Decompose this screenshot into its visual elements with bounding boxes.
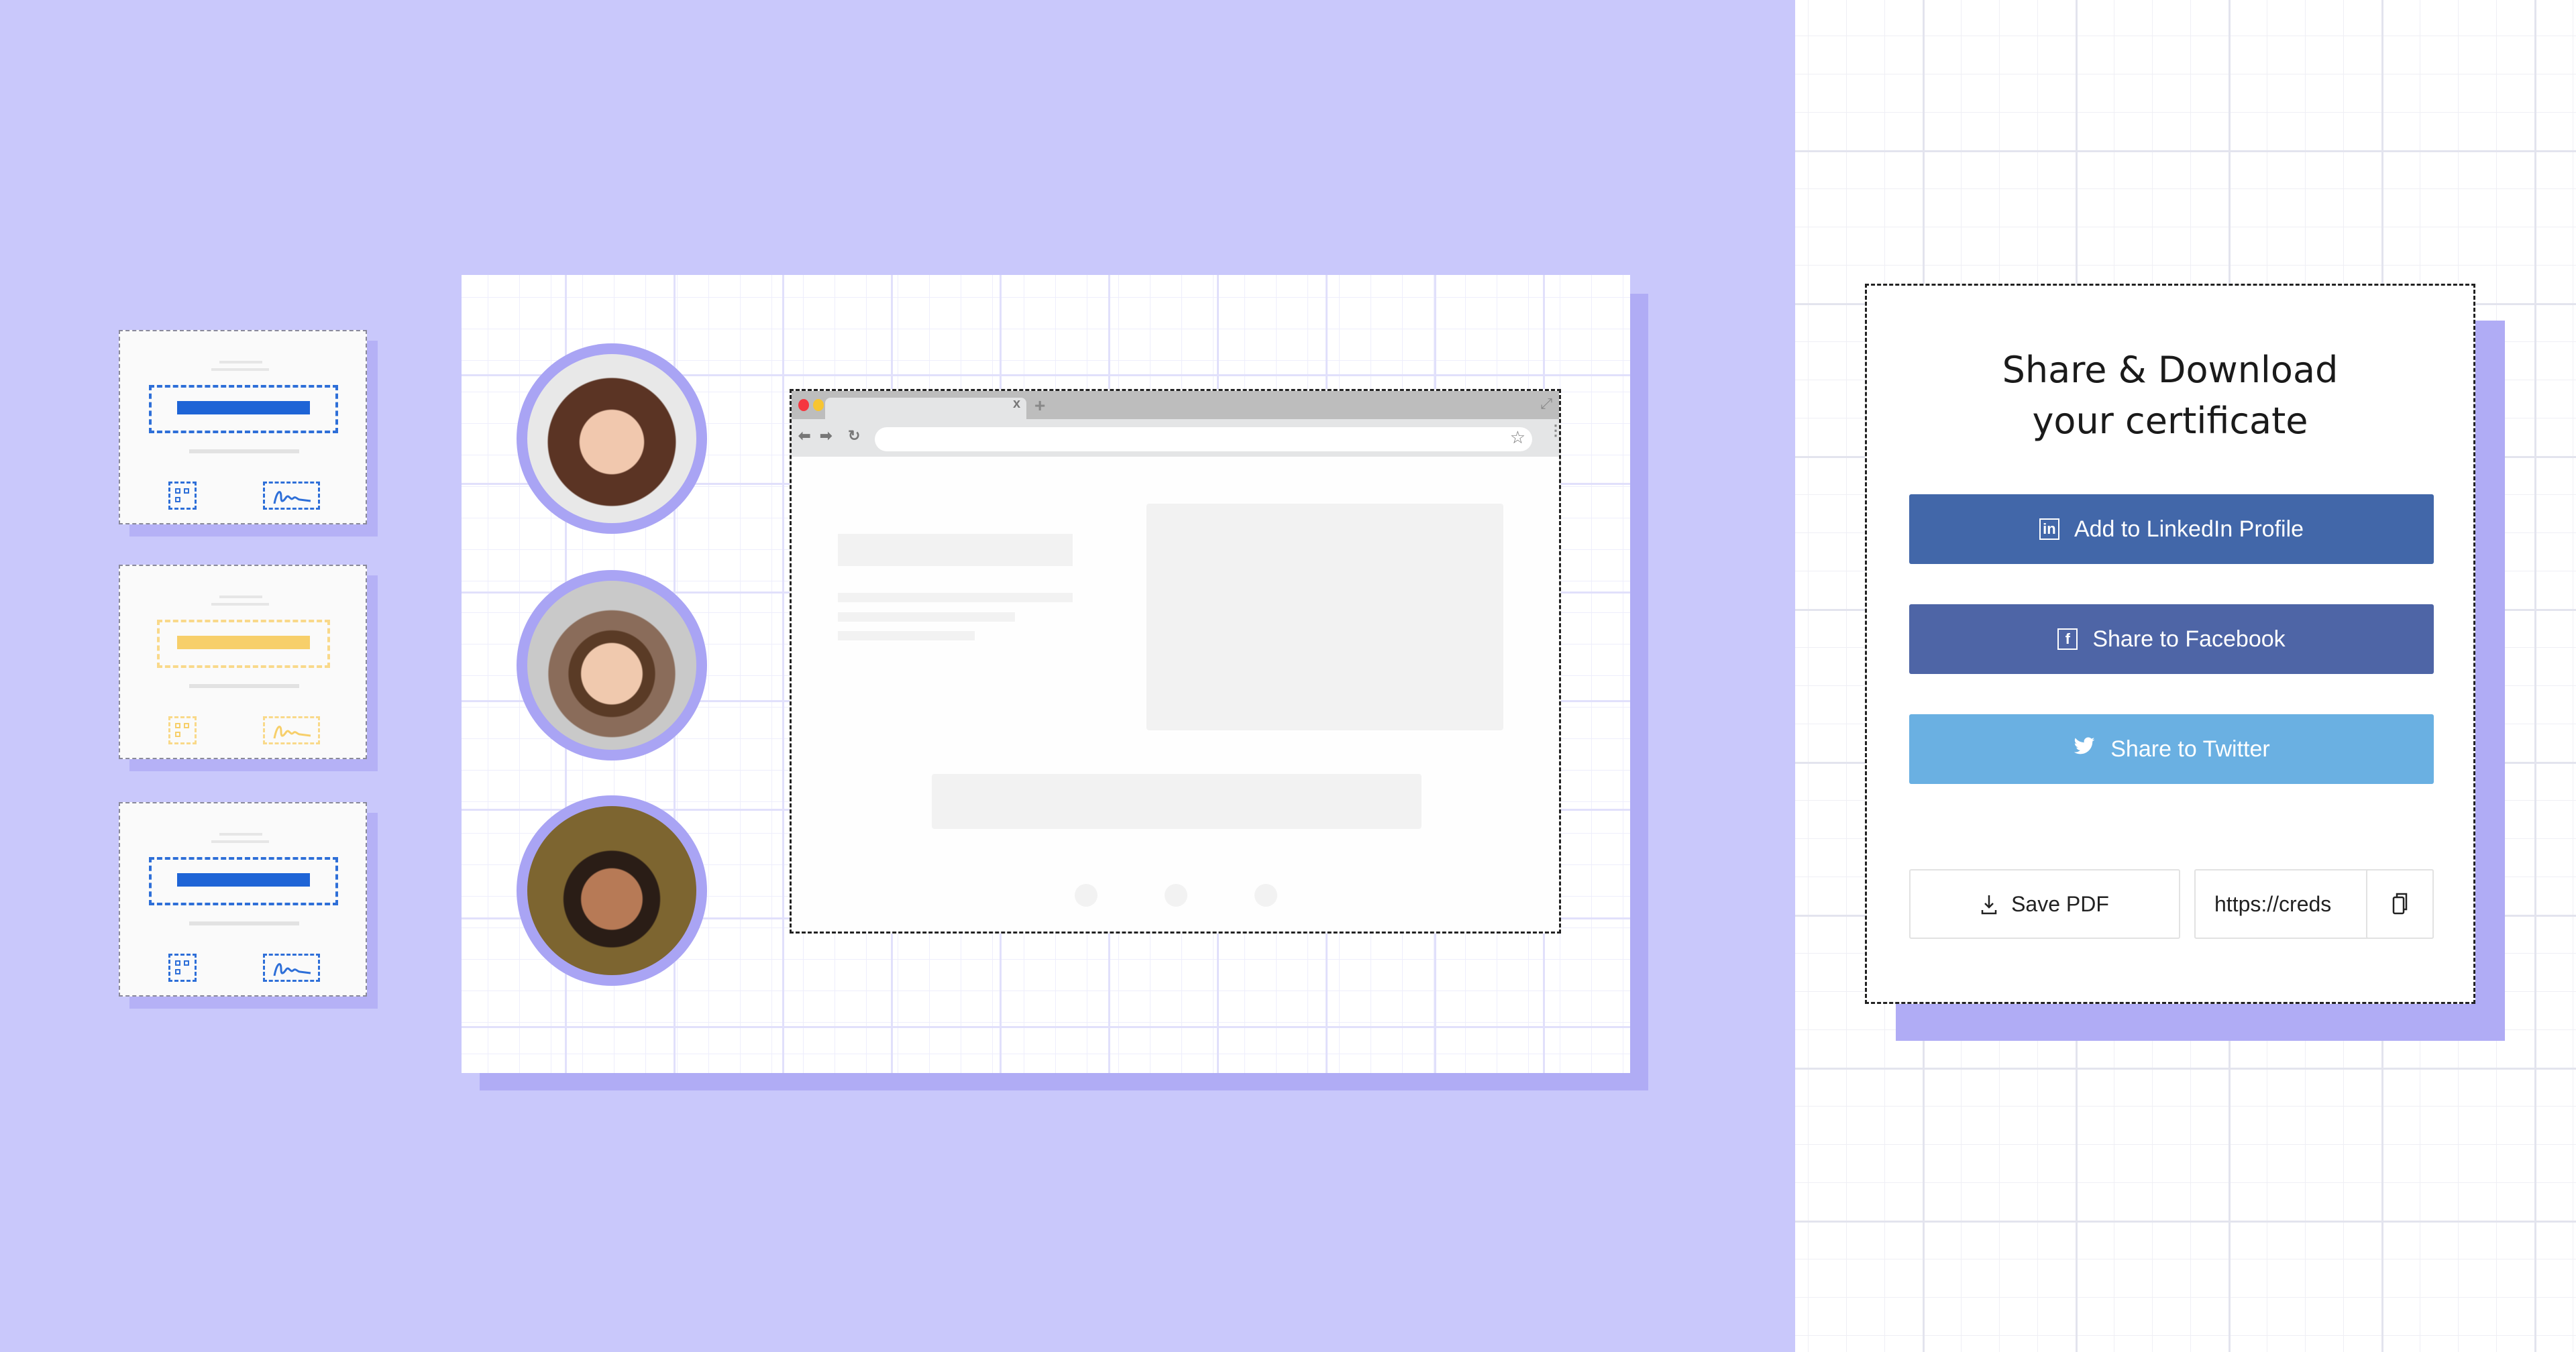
cert-line [189, 921, 299, 925]
cert-name-bar [177, 401, 310, 414]
twitter-icon [2073, 737, 2096, 761]
avatar-girl-brown-hair [517, 343, 707, 534]
save-pdf-label: Save PDF [2011, 891, 2109, 916]
signature-icon [263, 954, 320, 982]
address-bar[interactable] [875, 427, 1532, 451]
carousel-dot [1254, 884, 1277, 907]
download-icon [1981, 895, 1997, 915]
title-line-1: Share & Download [2002, 349, 2339, 391]
carousel-dot [1165, 884, 1187, 907]
add-to-linkedin-button[interactable]: in Add to LinkedIn Profile [1909, 494, 2434, 564]
save-pdf-button[interactable]: Save PDF [1909, 869, 2180, 939]
browser-toolbar: ⬅ ➡ ↻ ☆ ⋮ [792, 419, 1563, 457]
reload-icon[interactable]: ↻ [848, 427, 860, 445]
skeleton-image [1146, 504, 1503, 730]
qr-code-icon [168, 482, 197, 510]
avatar-photo [527, 354, 696, 523]
close-window-dot[interactable] [798, 399, 809, 411]
bookmark-star-icon[interactable]: ☆ [1510, 427, 1525, 448]
avatar-boy-headband [517, 570, 707, 760]
cert-line [211, 368, 269, 371]
facebook-icon: f [2057, 628, 2078, 650]
linkedin-icon: in [2039, 518, 2059, 540]
cert-name-bar [177, 873, 310, 887]
cert-line [211, 840, 269, 843]
certificate-thumbnail-blue-2[interactable] [119, 802, 367, 997]
cert-line [219, 596, 262, 598]
certificate-thumbnail-blue[interactable] [119, 330, 367, 524]
certificate-url-value: https://creds [2214, 891, 2332, 916]
title-line-2: your certificate [2032, 400, 2308, 442]
skeleton-line [838, 612, 1015, 622]
browser-mockup: x + ⤢ ⬅ ➡ ↻ ☆ ⋮ [790, 389, 1563, 934]
skeleton-button [932, 774, 1421, 829]
avatar-photo [527, 806, 696, 975]
cert-line [189, 449, 299, 453]
forward-icon[interactable]: ➡ [820, 427, 832, 445]
signature-icon [263, 716, 320, 744]
cert-line [189, 684, 299, 688]
share-card-title: Share & Download your certificate [1867, 345, 2473, 447]
copy-url-button[interactable] [2366, 869, 2434, 939]
cert-name-bar [177, 636, 310, 649]
copy-icon [2392, 893, 2407, 915]
share-to-twitter-button[interactable]: Share to Twitter [1909, 714, 2434, 784]
facebook-button-label: Share to Facebook [2092, 626, 2286, 652]
qr-code-icon [168, 716, 197, 744]
signature-icon [263, 482, 320, 510]
menu-kebab-icon[interactable]: ⋮ [1548, 423, 1563, 438]
avatar-photo [527, 581, 696, 750]
skeleton-line [838, 593, 1073, 602]
skeleton-heading [838, 534, 1073, 566]
back-icon[interactable]: ⬅ [798, 427, 810, 445]
expand-icon[interactable]: ⤢ [1540, 395, 1552, 412]
qr-code-icon [168, 954, 197, 982]
twitter-button-label: Share to Twitter [2110, 736, 2270, 762]
carousel-dot [1075, 884, 1097, 907]
close-tab-icon[interactable]: x [1013, 396, 1020, 412]
cert-line [211, 603, 269, 606]
browser-tab[interactable] [825, 398, 1026, 419]
certificate-thumbnail-yellow[interactable] [119, 565, 367, 759]
cert-line [219, 361, 262, 363]
browser-tab-bar: x + ⤢ [792, 391, 1559, 419]
new-tab-icon[interactable]: + [1034, 395, 1045, 416]
avatar-woman-glasses [517, 795, 707, 986]
minimize-window-dot[interactable] [813, 399, 824, 411]
skeleton-line [838, 631, 975, 640]
share-to-facebook-button[interactable]: f Share to Facebook [1909, 604, 2434, 674]
share-card: Share & Download your certificate in Add… [1865, 284, 2475, 1004]
cert-line [219, 833, 262, 836]
linkedin-button-label: Add to LinkedIn Profile [2074, 516, 2304, 542]
